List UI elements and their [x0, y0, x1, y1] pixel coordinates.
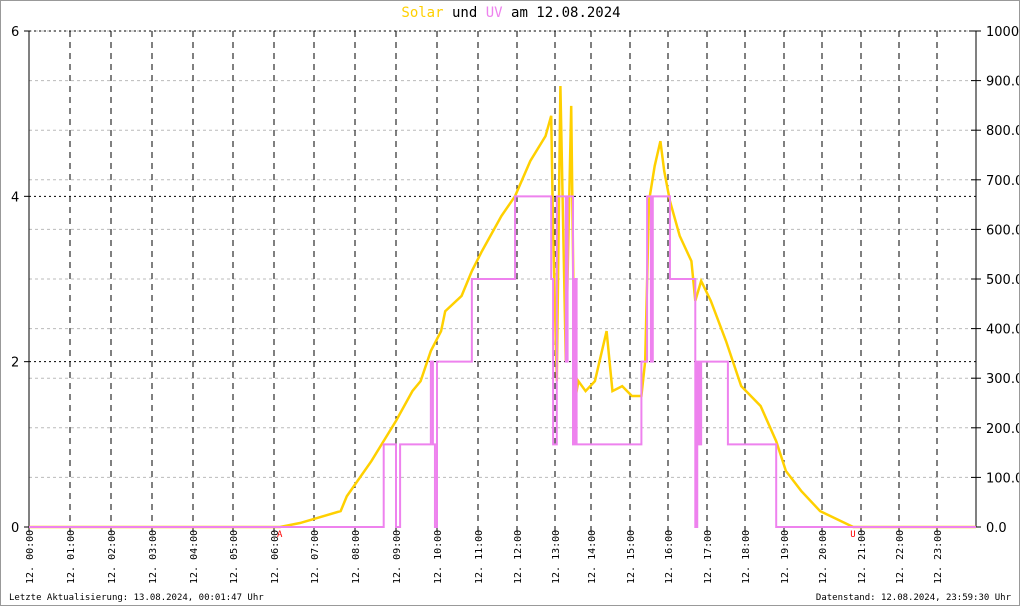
right-axis-tick-label: 900.0 — [986, 75, 1020, 90]
x-axis-tick-label: 12. 05:00 — [229, 530, 240, 584]
x-axis-tick-label: 12. 00:00 — [25, 530, 36, 584]
chart-frame: Solar und UV am 12.08.2024 0.0 100.0 200.0… — [0, 0, 1020, 606]
marker-a: A — [277, 530, 283, 540]
left-axis-tick-label: 4 — [11, 190, 19, 205]
x-axis-tick-label: 12. 15:00 — [626, 530, 637, 584]
series-solar-line — [29, 86, 976, 529]
right-axis-tick-label: 0.0 — [986, 521, 1007, 536]
x-axis-tick-label: 12. 18:00 — [741, 530, 752, 584]
data-timestamp: Datenstand: 12.08.2024, 23:59:30 Uhr — [815, 593, 1011, 603]
right-axis-tick-label: 200.0 — [986, 422, 1020, 437]
x-axis-tick-label: 12. 04:00 — [189, 530, 200, 584]
x-axis-tick-label: 12. 23:00 — [933, 530, 944, 584]
x-axis-tick-label: 12. 19:00 — [780, 530, 791, 584]
right-axis-tick-label: 600.0 — [986, 223, 1020, 238]
x-axis-tick-label: 12. 11:00 — [474, 530, 485, 584]
plot-area: 0.0 100.0 200.0 300.0 400.0 500.0 600.0 700.0 80… — [11, 25, 1020, 584]
x-axis-tick-label: 12. 08:00 — [351, 530, 362, 584]
left-axis-tick-label: 6 — [11, 25, 19, 40]
right-axis-tick-label: 500.0 — [986, 273, 1020, 288]
right-axis-tick-label: 400.0 — [986, 323, 1020, 338]
x-axis-tick-label: 12. 01:00 — [66, 530, 77, 584]
x-axis-tick-label: 12. 12:00 — [513, 530, 524, 584]
last-update: Letzte Aktualisierung: 13.08.2024, 00:01… — [9, 593, 264, 603]
x-axis-tick-label: 12. 02:00 — [107, 530, 118, 584]
marker-u: U — [850, 530, 855, 540]
x-axis-tick-label: 12. 09:00 — [392, 530, 403, 584]
x-axis-tick-label: 12. 16:00 — [664, 530, 675, 584]
x-axis-tick-label: 12. 07:00 — [310, 530, 321, 584]
x-axis-tick-label: 12. 14:00 — [587, 530, 598, 584]
x-axis-tick-label: 12. 17:00 — [703, 530, 714, 584]
x-axis-tick-label: 12. 13:00 — [551, 530, 562, 584]
left-axis-tick-label: 0 — [11, 521, 19, 536]
right-axis-tick-label: 800.0 — [986, 124, 1020, 139]
x-axis-tick-label: 12. 21:00 — [857, 530, 868, 584]
right-axis-tick-label: 700.0 — [986, 174, 1020, 189]
x-axis-tick-label: 12. 10:00 — [433, 530, 444, 584]
left-axis-tick-label: 2 — [11, 356, 19, 371]
right-axis-tick-label: 300.0 — [986, 372, 1020, 387]
x-axis-tick-label: 12. 20:00 — [818, 530, 829, 584]
x-axis-tick-label: 12. 22:00 — [895, 530, 906, 584]
x-axis-tick-label: 12. 03:00 — [148, 530, 159, 584]
right-axis-tick-label: 100.0 — [986, 471, 1020, 486]
right-axis-tick-label: 1000 — [986, 25, 1019, 40]
